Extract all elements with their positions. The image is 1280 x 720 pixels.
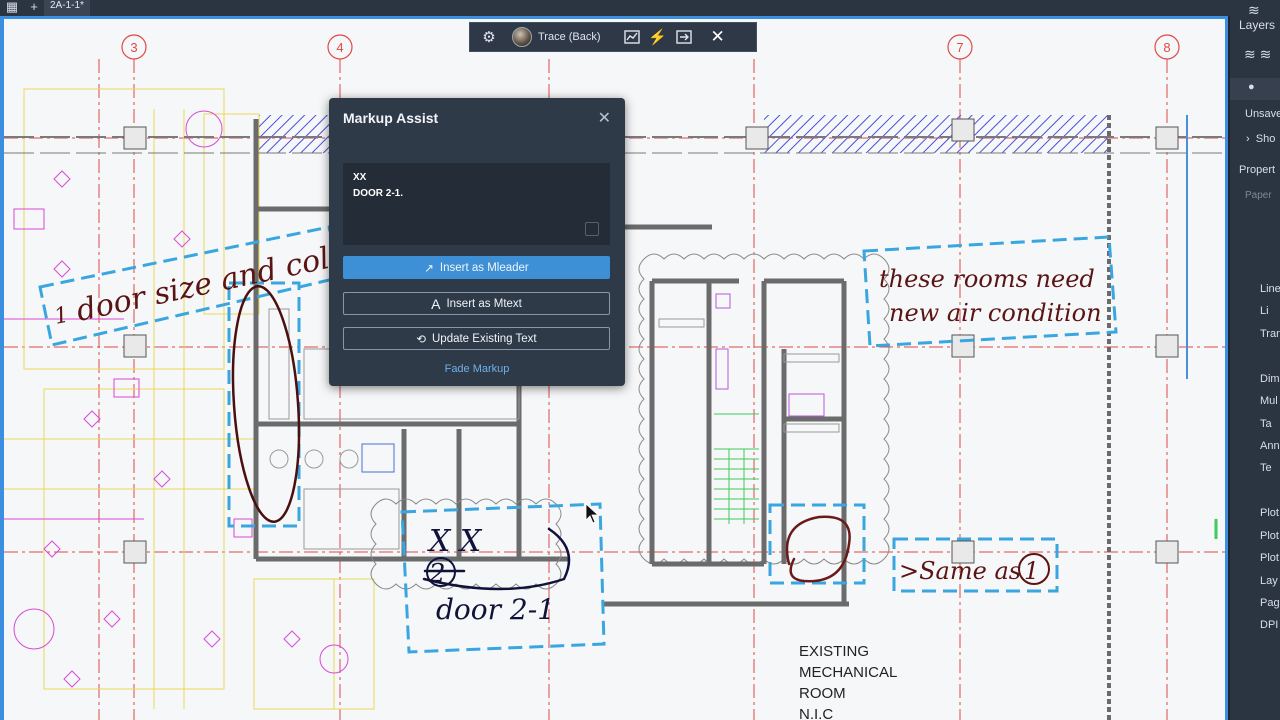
mouse-cursor: [585, 503, 600, 524]
properties-palette: ≋ Layers ≋ ≋ ● Unsave › Sho Propert Pape…: [1230, 0, 1280, 720]
prop-line: Line: [1260, 283, 1280, 295]
grid-label-3: 3: [130, 40, 137, 55]
handwritten-note1-marker: 1: [52, 303, 71, 330]
hatched-wall-left: [259, 115, 329, 153]
lightning-bolt-icon[interactable]: ⚡: [647, 26, 669, 48]
prop-trans: Tran: [1260, 328, 1280, 340]
grid-label-7: 7: [956, 40, 963, 55]
prop-plot-2: Plot: [1260, 530, 1279, 542]
update-text-label: Update Existing Text: [432, 332, 537, 345]
recognized-text-line2: DOOR 2-1.: [353, 188, 404, 199]
mleader-icon: ↗: [424, 262, 434, 275]
trace-chart-svg: [623, 30, 640, 44]
unsaved-state-label[interactable]: Unsave: [1245, 108, 1280, 120]
prop-plot-1: Plot: [1260, 507, 1279, 519]
magenta-symbols: [4, 110, 349, 688]
room-label-line1: EXISTING: [799, 643, 869, 660]
insert-mleader-label: Insert as Mleader: [439, 261, 529, 274]
prop-mul: Mul: [1260, 395, 1278, 407]
tab-drawing[interactable]: 2A-1-1*: [44, 0, 90, 16]
hatched-wall-right: [764, 115, 1109, 153]
stair-treads: [714, 413, 759, 524]
room-label-line2: MECHANICAL: [799, 664, 897, 681]
handwritten-note3-x: X X: [427, 524, 483, 559]
prop-ta: Ta: [1260, 418, 1272, 430]
prop-dim: Dim: [1260, 373, 1280, 385]
app-window: ▦ + 2A-1-1* 3 4 7 8 EXISTING MECHANICAL …: [0, 0, 1280, 720]
room-label-line3: ROOM: [799, 685, 846, 702]
new-tab-icon[interactable]: +: [24, 0, 44, 16]
handwritten-note2b: new air condition: [889, 299, 1102, 327]
layer-stack-icon[interactable]: ≋ ≋: [1244, 46, 1271, 63]
paper-space-label: Paper: [1245, 190, 1272, 201]
insert-as-mtext-button[interactable]: A Insert as Mtext: [343, 292, 610, 315]
show-label: Sho: [1255, 133, 1276, 145]
prop-ann: Ann: [1260, 440, 1280, 452]
handwritten-note3-door: door 2-1: [436, 593, 555, 626]
avatar[interactable]: [512, 27, 532, 47]
update-existing-text-button[interactable]: ⟲ Update Existing Text: [343, 327, 610, 350]
layers-icon[interactable]: ≋: [1248, 2, 1260, 19]
prop-line-sub: Li: [1260, 305, 1269, 317]
prop-te: Te: [1260, 462, 1272, 474]
settings-gear-icon[interactable]: ⚙: [478, 26, 500, 48]
layers-label: Layers: [1239, 18, 1276, 32]
show-expander[interactable]: › Sho: [1246, 133, 1275, 145]
insert-as-mleader-button[interactable]: ↗ Insert as Mleader: [343, 256, 610, 279]
prop-lay: Lay: [1260, 575, 1278, 587]
fade-markup-link[interactable]: Fade Markup: [329, 363, 625, 375]
grid-label-8: 8: [1163, 40, 1170, 55]
insert-mtext-label: Insert as Mtext: [446, 297, 522, 310]
panel-title: Markup Assist: [343, 110, 439, 126]
markup-assist-panel: Markup Assist ✕ XX DOOR 2-1. ↗ Insert as…: [329, 98, 625, 386]
layer-toolbar: [1230, 78, 1280, 100]
handwritten-note4: >Same as: [899, 557, 1021, 585]
layer-dot-icon[interactable]: ●: [1248, 81, 1255, 93]
import-markup-icon[interactable]: [673, 26, 695, 48]
import-markup-svg: [675, 30, 692, 44]
tab-bar: ▦ + 2A-1-1*: [0, 0, 1230, 16]
prop-plot-3: Plot: [1260, 552, 1279, 564]
trace-chart-icon[interactable]: [621, 26, 643, 48]
close-trace-icon[interactable]: ✕: [711, 27, 725, 47]
trace-toolbar: ⚙ Trace (Back) ⚡ ✕: [469, 22, 757, 52]
properties-label: Propert: [1239, 164, 1276, 176]
mtext-icon: A: [431, 295, 441, 312]
recognized-text-line1: XX: [353, 172, 367, 183]
close-icon[interactable]: ✕: [598, 108, 611, 128]
tab-title: 2A-1-1*: [50, 0, 84, 11]
handwritten-note2: these rooms need: [879, 265, 1095, 293]
grid-menu-icon[interactable]: ▦: [2, 0, 22, 16]
prop-dpi: DPI: [1260, 619, 1279, 631]
trace-mode-label[interactable]: Trace (Back): [538, 31, 601, 43]
grid-label-4: 4: [336, 40, 343, 55]
room-label-line4: N.I.C: [799, 706, 833, 720]
prop-pag: Pag: [1260, 597, 1280, 609]
copy-icon[interactable]: [585, 222, 599, 236]
yellow-layout-lines: [4, 88, 375, 710]
update-text-icon: ⟲: [416, 333, 426, 346]
recognized-text-box[interactable]: XX DOOR 2-1.: [343, 163, 610, 245]
